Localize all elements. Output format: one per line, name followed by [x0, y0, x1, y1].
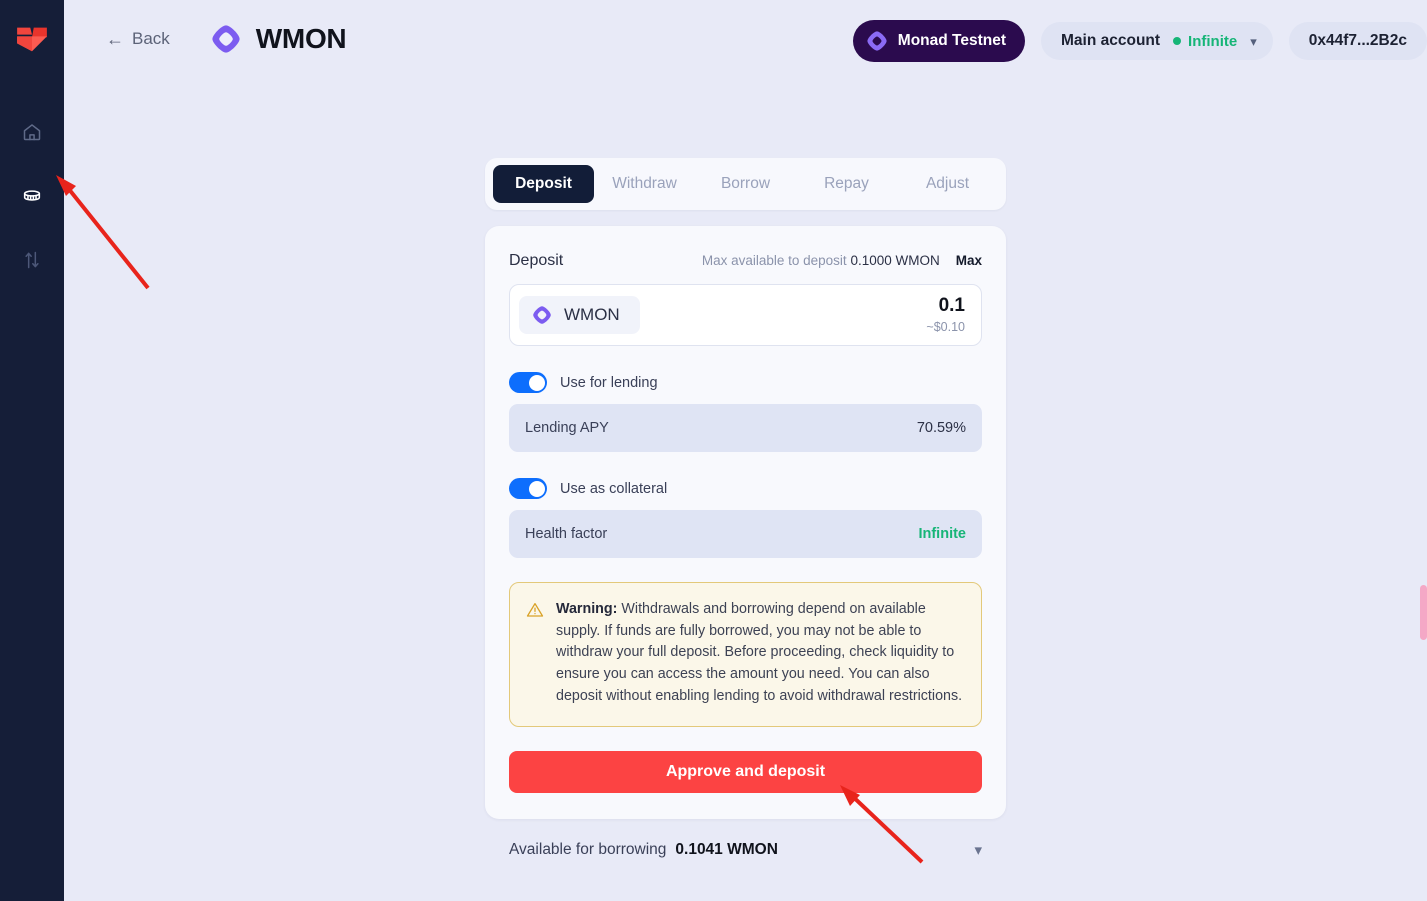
max-available-text: Max available to deposit 0.1000 WMON	[702, 253, 940, 268]
coins-icon	[23, 190, 41, 201]
chevron-down-icon[interactable]: ▾	[1250, 35, 1257, 48]
toggle-knob-icon	[528, 480, 545, 497]
health-factor-row: Health factor Infinite	[509, 510, 982, 558]
amount-usd-value: ~$0.10	[926, 319, 965, 334]
warning-triangle-icon	[526, 602, 544, 617]
max-available-group: Max available to deposit 0.1000 WMON Max	[702, 253, 982, 268]
tab-withdraw[interactable]: Withdraw	[594, 165, 695, 203]
amount-values: 0.1 ~$0.10	[926, 295, 965, 334]
app-root: ← Back WMON Monad Testnet Main account I…	[0, 0, 1427, 901]
brand-logo[interactable]	[11, 18, 53, 60]
page-title: WMON	[255, 23, 347, 54]
chevron-down-icon[interactable]: ▾	[974, 841, 982, 859]
monad-icon	[867, 31, 887, 51]
token-symbol: WMON	[564, 305, 620, 324]
warning-banner: Warning: Withdrawals and borrowing depen…	[509, 582, 982, 727]
account-selector[interactable]: Main account Infinite ▾	[1041, 22, 1273, 60]
tab-borrow[interactable]: Borrow	[695, 165, 796, 203]
use-as-collateral-toggle[interactable]	[509, 478, 547, 499]
content-area: Deposit Withdraw Borrow Repay Adjust Dep…	[64, 78, 1427, 879]
account-health-value: Infinite	[1188, 32, 1238, 50]
sidebar-item-swap[interactable]	[12, 240, 52, 280]
account-health: Infinite	[1173, 33, 1237, 50]
token-selector[interactable]: WMON	[519, 296, 640, 334]
arrow-left-icon: ←	[106, 29, 124, 49]
deposit-card: Deposit Max available to deposit 0.1000 …	[485, 226, 1006, 819]
tab-repay[interactable]: Repay	[796, 165, 897, 203]
main-area: ← Back WMON Monad Testnet Main account I…	[64, 0, 1427, 901]
sidebar-nav	[0, 112, 64, 280]
sidebar-item-markets[interactable]	[12, 176, 52, 216]
header-right-controls: Monad Testnet Main account Infinite ▾ 0x…	[852, 20, 1427, 62]
deposit-label: Deposit	[509, 252, 564, 269]
approve-and-deposit-button[interactable]: Approve and deposit	[509, 750, 982, 793]
action-panel: Deposit Withdraw Borrow Repay Adjust Dep…	[485, 78, 1006, 879]
available-for-borrowing-value: 0.1041 WMON	[675, 840, 778, 858]
toggle-knob-icon	[528, 374, 545, 391]
scrollbar-thumb[interactable]	[1420, 585, 1427, 640]
use-for-lending-label: Use for lending	[560, 374, 658, 391]
health-factor-label: Health factor	[525, 526, 608, 542]
page-title-group: WMON	[209, 22, 347, 56]
max-available-label: Max available to deposit	[701, 253, 847, 268]
chain-label: Monad Testnet	[897, 32, 1006, 49]
max-available-value: 0.1000 WMON	[850, 253, 940, 268]
lending-apy-row: Lending APY 70.59%	[509, 404, 982, 452]
tab-deposit[interactable]: Deposit	[493, 165, 594, 203]
use-for-lending-row[interactable]: Use for lending	[509, 372, 982, 393]
swap-arrows-icon	[25, 251, 39, 269]
warning-body: Withdrawals and borrowing depend on avai…	[556, 601, 963, 704]
status-dot-icon	[1173, 37, 1182, 45]
page-header: ← Back WMON Monad Testnet Main account I…	[64, 0, 1427, 78]
use-for-lending-toggle[interactable]	[509, 372, 547, 393]
amount-input[interactable]: 0.1	[926, 295, 965, 317]
chain-selector[interactable]: Monad Testnet	[852, 20, 1025, 62]
use-as-collateral-label: Use as collateral	[560, 480, 668, 497]
home-icon	[23, 124, 41, 141]
sidebar-item-home[interactable]	[12, 112, 52, 152]
amount-input-row[interactable]: WMON 0.1 ~$0.10	[509, 284, 982, 346]
lending-apy-value: 70.59%	[916, 420, 966, 436]
tab-adjust[interactable]: Adjust	[897, 165, 998, 203]
back-button-label: Back	[132, 29, 170, 48]
max-button[interactable]: Max	[956, 253, 982, 268]
available-for-borrowing-group: Available for borrowing 0.1041 WMON	[509, 841, 778, 859]
sidebar	[0, 0, 64, 901]
warning-text: Warning: Withdrawals and borrowing depen…	[556, 599, 963, 708]
wallet-address[interactable]: 0x44f7...2B2c	[1288, 22, 1427, 60]
wmon-token-icon	[533, 306, 551, 324]
back-button[interactable]: ← Back	[106, 29, 170, 49]
available-for-borrowing-bar[interactable]: Available for borrowing 0.1041 WMON ▾	[485, 819, 1006, 879]
deposit-header-row: Deposit Max available to deposit 0.1000 …	[509, 252, 982, 270]
available-for-borrowing-label: Available for borrowing	[509, 840, 667, 858]
brand-logo-icon	[17, 27, 47, 52]
wmon-token-icon	[212, 25, 240, 53]
use-as-collateral-row[interactable]: Use as collateral	[509, 478, 982, 499]
health-factor-value: Infinite	[918, 526, 966, 542]
lending-apy-label: Lending APY	[525, 420, 609, 436]
account-name: Main account	[1061, 32, 1161, 49]
action-tabs: Deposit Withdraw Borrow Repay Adjust	[485, 158, 1006, 210]
warning-prefix: Warning:	[556, 601, 618, 617]
